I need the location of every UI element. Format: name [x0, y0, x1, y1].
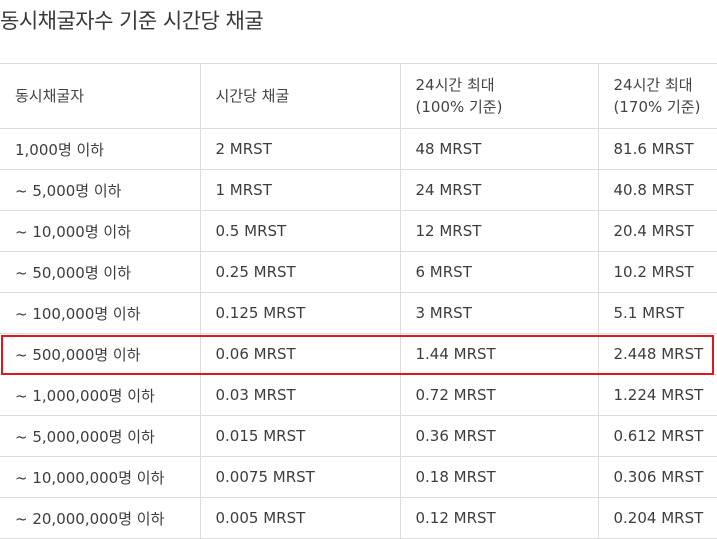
- cell-hourly-mining: 0.005 MRST: [199, 497, 401, 539]
- cell-concurrent-miners: ~ 5,000명 이하: [0, 169, 201, 211]
- cell-24h-max-100: 0.72 MRST: [399, 374, 599, 416]
- mining-rate-table: 동시채굴자 시간당 채굴 24시간 최대 (100% 기준) 24시간 최대 (17…: [0, 63, 717, 539]
- cell-24h-max-170: 0.306 MRST: [597, 456, 717, 498]
- cell-24h-max-170: 0.612 MRST: [597, 415, 717, 457]
- cell-24h-max-100: 0.36 MRST: [399, 415, 599, 457]
- cell-24h-max-170: 0.204 MRST: [597, 497, 717, 539]
- header-concurrent-miners: 동시채굴자: [0, 63, 201, 129]
- table-row: ~ 5,000명 이하 1 MRST 24 MRST 40.8 MRST: [0, 169, 717, 211]
- cell-24h-max-100: 48 MRST: [399, 128, 599, 170]
- table-row-highlighted: ~ 500,000명 이하 0.06 MRST 1.44 MRST 2.448 …: [0, 333, 717, 375]
- table-header-row: 동시채굴자 시간당 채굴 24시간 최대 (100% 기준) 24시간 최대 (17…: [0, 63, 717, 129]
- table-row: ~ 10,000명 이하 0.5 MRST 12 MRST 20.4 MRST: [0, 210, 717, 252]
- table-row: ~ 10,000,000명 이하 0.0075 MRST 0.18 MRST 0…: [0, 456, 717, 498]
- cell-concurrent-miners: ~ 500,000명 이하: [0, 333, 201, 375]
- cell-24h-max-100: 12 MRST: [399, 210, 599, 252]
- cell-hourly-mining: 0.25 MRST: [199, 251, 401, 293]
- header-24h-max-100: 24시간 최대 (100% 기준): [399, 63, 599, 129]
- cell-24h-max-100: 1.44 MRST: [399, 333, 599, 375]
- cell-concurrent-miners: ~ 1,000,000명 이하: [0, 374, 201, 416]
- cell-hourly-mining: 0.015 MRST: [199, 415, 401, 457]
- table-row: ~ 20,000,000명 이하 0.005 MRST 0.12 MRST 0.…: [0, 497, 717, 539]
- table-row: ~ 50,000명 이하 0.25 MRST 6 MRST 10.2 MRST: [0, 251, 717, 293]
- cell-hourly-mining: 2 MRST: [199, 128, 401, 170]
- cell-concurrent-miners: ~ 10,000명 이하: [0, 210, 201, 252]
- cell-hourly-mining: 1 MRST: [199, 169, 401, 211]
- cell-concurrent-miners: ~ 5,000,000명 이하: [0, 415, 201, 457]
- cell-24h-max-100: 0.18 MRST: [399, 456, 599, 498]
- cell-24h-max-100: 24 MRST: [399, 169, 599, 211]
- cell-24h-max-170: 20.4 MRST: [597, 210, 717, 252]
- cell-hourly-mining: 0.0075 MRST: [199, 456, 401, 498]
- cell-concurrent-miners: ~ 50,000명 이하: [0, 251, 201, 293]
- cell-hourly-mining: 0.5 MRST: [199, 210, 401, 252]
- header-24h-max-170: 24시간 최대 (170% 기준): [597, 63, 717, 129]
- header-hourly-mining: 시간당 채굴: [199, 63, 401, 129]
- cell-24h-max-100: 6 MRST: [399, 251, 599, 293]
- table-row: ~ 5,000,000명 이하 0.015 MRST 0.36 MRST 0.6…: [0, 415, 717, 457]
- table-row: ~ 1,000,000명 이하 0.03 MRST 0.72 MRST 1.22…: [0, 374, 717, 416]
- cell-concurrent-miners: ~ 20,000,000명 이하: [0, 497, 201, 539]
- cell-24h-max-100: 0.12 MRST: [399, 497, 599, 539]
- cell-hourly-mining: 0.06 MRST: [199, 333, 401, 375]
- cell-concurrent-miners: ~ 10,000,000명 이하: [0, 456, 201, 498]
- cell-24h-max-170: 1.224 MRST: [597, 374, 717, 416]
- cell-24h-max-170: 40.8 MRST: [597, 169, 717, 211]
- table-row: 1,000명 이하 2 MRST 48 MRST 81.6 MRST: [0, 128, 717, 170]
- cell-24h-max-170: 2.448 MRST: [597, 333, 717, 375]
- page-title: 동시채굴자수 기준 시간당 채굴: [0, 9, 264, 33]
- cell-hourly-mining: 0.125 MRST: [199, 292, 401, 334]
- cell-hourly-mining: 0.03 MRST: [199, 374, 401, 416]
- cell-24h-max-170: 10.2 MRST: [597, 251, 717, 293]
- table-row: ~ 100,000명 이하 0.125 MRST 3 MRST 5.1 MRST: [0, 292, 717, 334]
- cell-concurrent-miners: 1,000명 이하: [0, 128, 201, 170]
- cell-24h-max-100: 3 MRST: [399, 292, 599, 334]
- cell-24h-max-170: 5.1 MRST: [597, 292, 717, 334]
- cell-concurrent-miners: ~ 100,000명 이하: [0, 292, 201, 334]
- cell-24h-max-170: 81.6 MRST: [597, 128, 717, 170]
